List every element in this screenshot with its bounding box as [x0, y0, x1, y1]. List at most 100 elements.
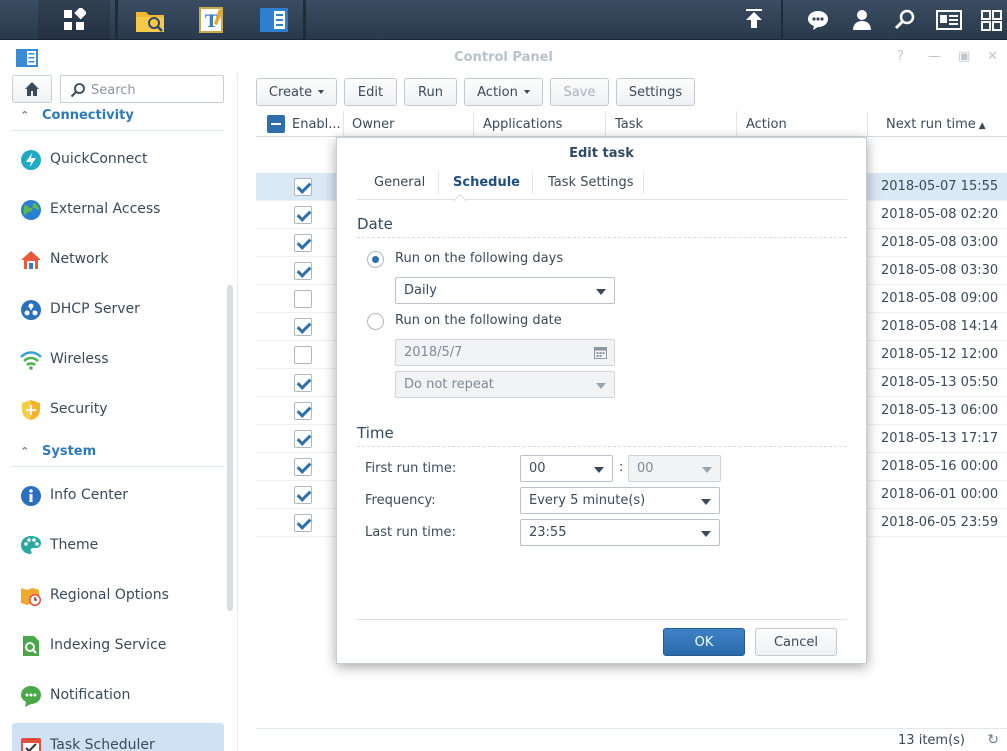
- window-titlebar[interactable]: Control Panel ? — ▣ ✕: [0, 41, 1007, 73]
- date-group-title: Date: [357, 215, 847, 238]
- tab-separator: [532, 172, 533, 194]
- grid-view-icon: [981, 10, 1002, 31]
- sidebar-item-quickconnect[interactable]: QuickConnect: [12, 137, 224, 183]
- home-icon: [25, 82, 39, 96]
- next-run-time-cell: 2018-05-08 03:00: [881, 235, 999, 250]
- widgets-button[interactable]: [927, 0, 971, 40]
- sidebar: ⌃ Connectivity QuickConnect External Acc…: [0, 73, 238, 751]
- taskbar-separator: [781, 0, 783, 40]
- taskbar-control-panel[interactable]: [245, 0, 303, 40]
- days-select[interactable]: Daily: [395, 277, 615, 304]
- ok-button[interactable]: OK: [663, 628, 745, 656]
- cancel-button[interactable]: Cancel: [755, 628, 837, 656]
- search-input[interactable]: [91, 80, 219, 100]
- row-enabled-checkbox[interactable]: [294, 458, 312, 476]
- notifications-button[interactable]: [796, 0, 840, 40]
- sidebar-item-external-access[interactable]: External Access: [12, 187, 224, 233]
- sidebar-item-security[interactable]: Security: [12, 387, 224, 433]
- sidebar-item-wireless[interactable]: Wireless: [12, 337, 224, 383]
- maximize-icon[interactable]: ▣: [958, 49, 970, 64]
- chevron-down-icon: [702, 467, 712, 473]
- search-button[interactable]: [883, 0, 927, 40]
- refresh-icon[interactable]: ↻: [987, 732, 999, 748]
- minimize-icon[interactable]: —: [928, 49, 941, 64]
- radio-following-days-label[interactable]: Run on the following days: [395, 251, 563, 266]
- row-enabled-checkbox[interactable]: [294, 374, 312, 392]
- row-enabled-checkbox[interactable]: [294, 402, 312, 420]
- sidebar-item-regional-options[interactable]: Regional Options: [12, 573, 224, 619]
- search-icon: [70, 83, 85, 98]
- tab-task-settings[interactable]: Task Settings: [548, 175, 634, 190]
- pilot-view-button[interactable]: [975, 0, 1007, 40]
- globe-icon: [21, 200, 41, 220]
- next-run-time-cell: 2018-05-07 15:55: [881, 179, 999, 194]
- column-owner[interactable]: Owner: [344, 111, 474, 137]
- sidebar-item-dhcp-server[interactable]: DHCP Server: [12, 287, 224, 333]
- home-button[interactable]: [12, 75, 52, 103]
- sidebar-item-indexing-service[interactable]: Indexing Service: [12, 623, 224, 669]
- column-enabled[interactable]: Enabl...: [256, 111, 344, 137]
- section-connectivity[interactable]: ⌃ Connectivity: [12, 105, 224, 131]
- house-icon: [21, 251, 41, 269]
- column-action[interactable]: Action: [737, 111, 868, 137]
- row-enabled-checkbox[interactable]: [294, 514, 312, 532]
- edit-button[interactable]: Edit: [344, 78, 397, 106]
- row-enabled-checkbox[interactable]: [294, 206, 312, 224]
- frequency-select[interactable]: Every 5 minute(s): [520, 487, 720, 514]
- taskbar-text-editor[interactable]: T: [183, 0, 241, 40]
- sidebar-item-task-scheduler[interactable]: Task Scheduler: [12, 723, 224, 751]
- row-enabled-checkbox[interactable]: [294, 430, 312, 448]
- column-task[interactable]: Task: [606, 111, 737, 137]
- row-enabled-checkbox[interactable]: [294, 290, 312, 308]
- time-colon: :: [619, 460, 624, 475]
- next-run-time-cell: 2018-05-08 14:14: [881, 319, 999, 334]
- user-options-button[interactable]: [840, 0, 884, 40]
- sidebar-item-theme[interactable]: Theme: [12, 523, 224, 569]
- sidebar-search[interactable]: [60, 75, 224, 103]
- chevron-down-icon: [594, 467, 604, 473]
- item-count: 13 item(s): [898, 733, 965, 748]
- clock-map-icon: [21, 588, 41, 606]
- row-enabled-checkbox[interactable]: [294, 234, 312, 252]
- first-run-hour-select[interactable]: 00: [520, 455, 613, 482]
- create-button[interactable]: Create: [256, 78, 337, 106]
- shield-icon: [22, 400, 40, 420]
- row-enabled-checkbox[interactable]: [294, 318, 312, 336]
- last-run-time-select[interactable]: 23:55: [520, 519, 720, 546]
- column-applications[interactable]: Applications: [474, 111, 606, 137]
- help-icon[interactable]: ?: [897, 49, 904, 64]
- chevron-up-icon: ⌃: [20, 445, 30, 458]
- sidebar-item-notification[interactable]: Notification: [12, 673, 224, 719]
- radio-following-days[interactable]: [367, 251, 384, 268]
- select-all-checkbox[interactable]: [267, 115, 285, 133]
- row-enabled-checkbox[interactable]: [294, 262, 312, 280]
- row-enabled-checkbox[interactable]: [294, 178, 312, 196]
- upload-queue-button[interactable]: [732, 0, 776, 40]
- action-button[interactable]: Action: [464, 78, 543, 106]
- sidebar-item-network[interactable]: Network: [12, 237, 224, 283]
- dialog-title: Edit task: [569, 146, 634, 161]
- tab-general[interactable]: General: [374, 175, 425, 190]
- close-icon[interactable]: ✕: [987, 49, 998, 64]
- repeat-select[interactable]: Do not repeat: [395, 371, 615, 398]
- first-run-minute-select[interactable]: 00: [628, 455, 721, 482]
- tab-separator: [643, 172, 644, 194]
- settings-button[interactable]: Settings: [616, 78, 695, 106]
- row-enabled-checkbox[interactable]: [294, 346, 312, 364]
- sidebar-scrollbar[interactable]: [227, 285, 233, 611]
- sidebar-item-info-center[interactable]: Info Center: [12, 473, 224, 519]
- upload-icon: [746, 9, 762, 28]
- column-next-run-time[interactable]: Next run time ▲: [868, 111, 1007, 137]
- save-button[interactable]: Save: [550, 78, 609, 106]
- row-enabled-checkbox[interactable]: [294, 486, 312, 504]
- tab-schedule[interactable]: Schedule: [453, 175, 520, 190]
- radio-following-date[interactable]: [367, 313, 384, 330]
- run-button[interactable]: Run: [404, 78, 457, 106]
- main-menu-button[interactable]: [38, 0, 110, 40]
- chevron-down-icon: [701, 499, 711, 505]
- radio-following-date-label[interactable]: Run on the following date: [395, 313, 562, 328]
- section-system[interactable]: ⌃ System: [12, 441, 224, 467]
- tab-separator: [438, 172, 439, 194]
- date-field[interactable]: 2018/5/7: [395, 339, 615, 366]
- taskbar-file-station[interactable]: [121, 0, 179, 40]
